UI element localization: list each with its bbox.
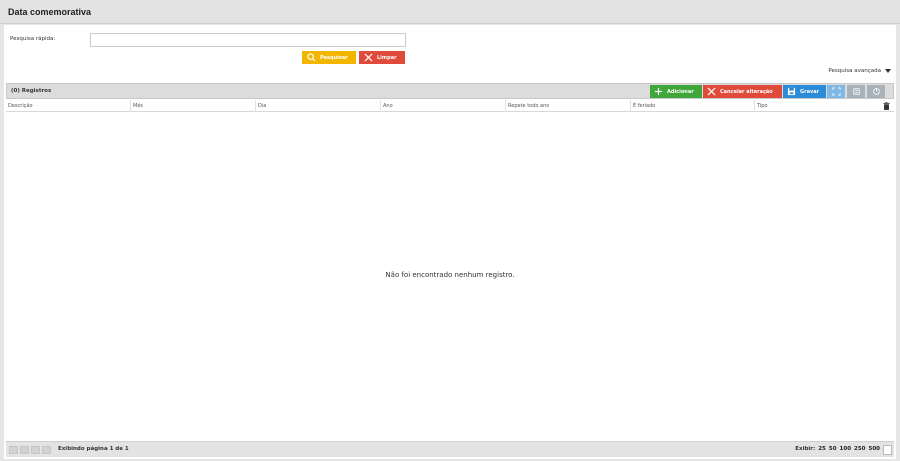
search-button[interactable]: Pesquisar <box>302 51 356 64</box>
page-size-option[interactable]: 25 <box>818 446 826 452</box>
advanced-search-toggle[interactable]: Pesquisa avançada <box>828 68 891 74</box>
column-dia[interactable]: Dia <box>256 100 381 112</box>
column-ano[interactable]: Ano <box>381 100 506 112</box>
print-icon <box>872 87 880 95</box>
grid-toolbar: (0) Registros Adicionar Cancelar alteraç… <box>6 83 894 99</box>
advanced-search-label: Pesquisa avançada <box>828 68 881 74</box>
close-icon <box>707 87 716 96</box>
clear-button[interactable]: Limpar <box>359 51 405 64</box>
search-button-label: Pesquisar <box>320 54 348 61</box>
quick-search-label: Pesquisa rápida: <box>10 36 56 42</box>
clear-button-label: Limpar <box>377 54 397 61</box>
last-page-button[interactable] <box>42 446 51 454</box>
plus-icon <box>654 87 663 96</box>
save-button[interactable]: Gravar <box>783 85 826 98</box>
export-icon <box>852 88 860 95</box>
page-size-option[interactable]: 250 <box>854 446 865 452</box>
prev-page-button[interactable] <box>20 446 29 454</box>
save-button-label: Gravar <box>800 88 820 95</box>
add-button-label: Adicionar <box>667 88 694 95</box>
page-size-option[interactable]: 500 <box>869 446 880 452</box>
quick-search-input[interactable] <box>90 33 406 47</box>
page-info: Exibindo página 1 de 1 <box>58 446 129 452</box>
records-count: (0) Registros <box>11 88 52 94</box>
search-icon <box>307 53 316 62</box>
print-button[interactable] <box>867 85 885 98</box>
grid-column-header: Descrição Mês Dia Ano Repete todo ano É … <box>6 100 894 112</box>
lightbulb-icon[interactable] <box>883 445 892 455</box>
fullscreen-button[interactable] <box>827 85 845 98</box>
window-title: Data comemorativa <box>8 7 92 17</box>
export-button[interactable] <box>847 85 865 98</box>
close-icon <box>364 53 373 62</box>
page-size-selector: Exibir: 25 50 100 250 500 <box>795 446 880 452</box>
grid-footer: Exibindo página 1 de 1 Exibir: 25 50 100… <box>6 441 894 457</box>
add-button[interactable]: Adicionar <box>650 85 702 98</box>
empty-state-message: Não foi encontrado nenhum registro. <box>385 271 515 279</box>
page-size-label: Exibir: <box>795 446 816 452</box>
page-size-option[interactable]: 100 <box>840 446 851 452</box>
next-page-button[interactable] <box>31 446 40 454</box>
column-mes[interactable]: Mês <box>131 100 256 112</box>
window-title-bar: Data comemorativa <box>0 0 900 24</box>
main-panel: Pesquisa rápida: Pesquisar Limpar Pesqui… <box>4 25 896 459</box>
fullscreen-icon <box>831 87 841 96</box>
column-descricao[interactable]: Descrição <box>6 100 131 112</box>
column-tipo[interactable]: Tipo <box>755 100 879 112</box>
first-page-button[interactable] <box>9 446 18 454</box>
page-size-option[interactable]: 50 <box>829 446 837 452</box>
caret-down-icon <box>885 69 891 73</box>
cancel-changes-button[interactable]: Cancelar alteração <box>703 85 782 98</box>
save-icon <box>787 87 796 96</box>
column-e-feriado[interactable]: É feriado <box>631 100 755 112</box>
cancel-changes-label: Cancelar alteração <box>720 88 773 95</box>
column-repete-todo-ano[interactable]: Repete todo ano <box>506 100 631 112</box>
trash-icon[interactable] <box>883 102 890 110</box>
